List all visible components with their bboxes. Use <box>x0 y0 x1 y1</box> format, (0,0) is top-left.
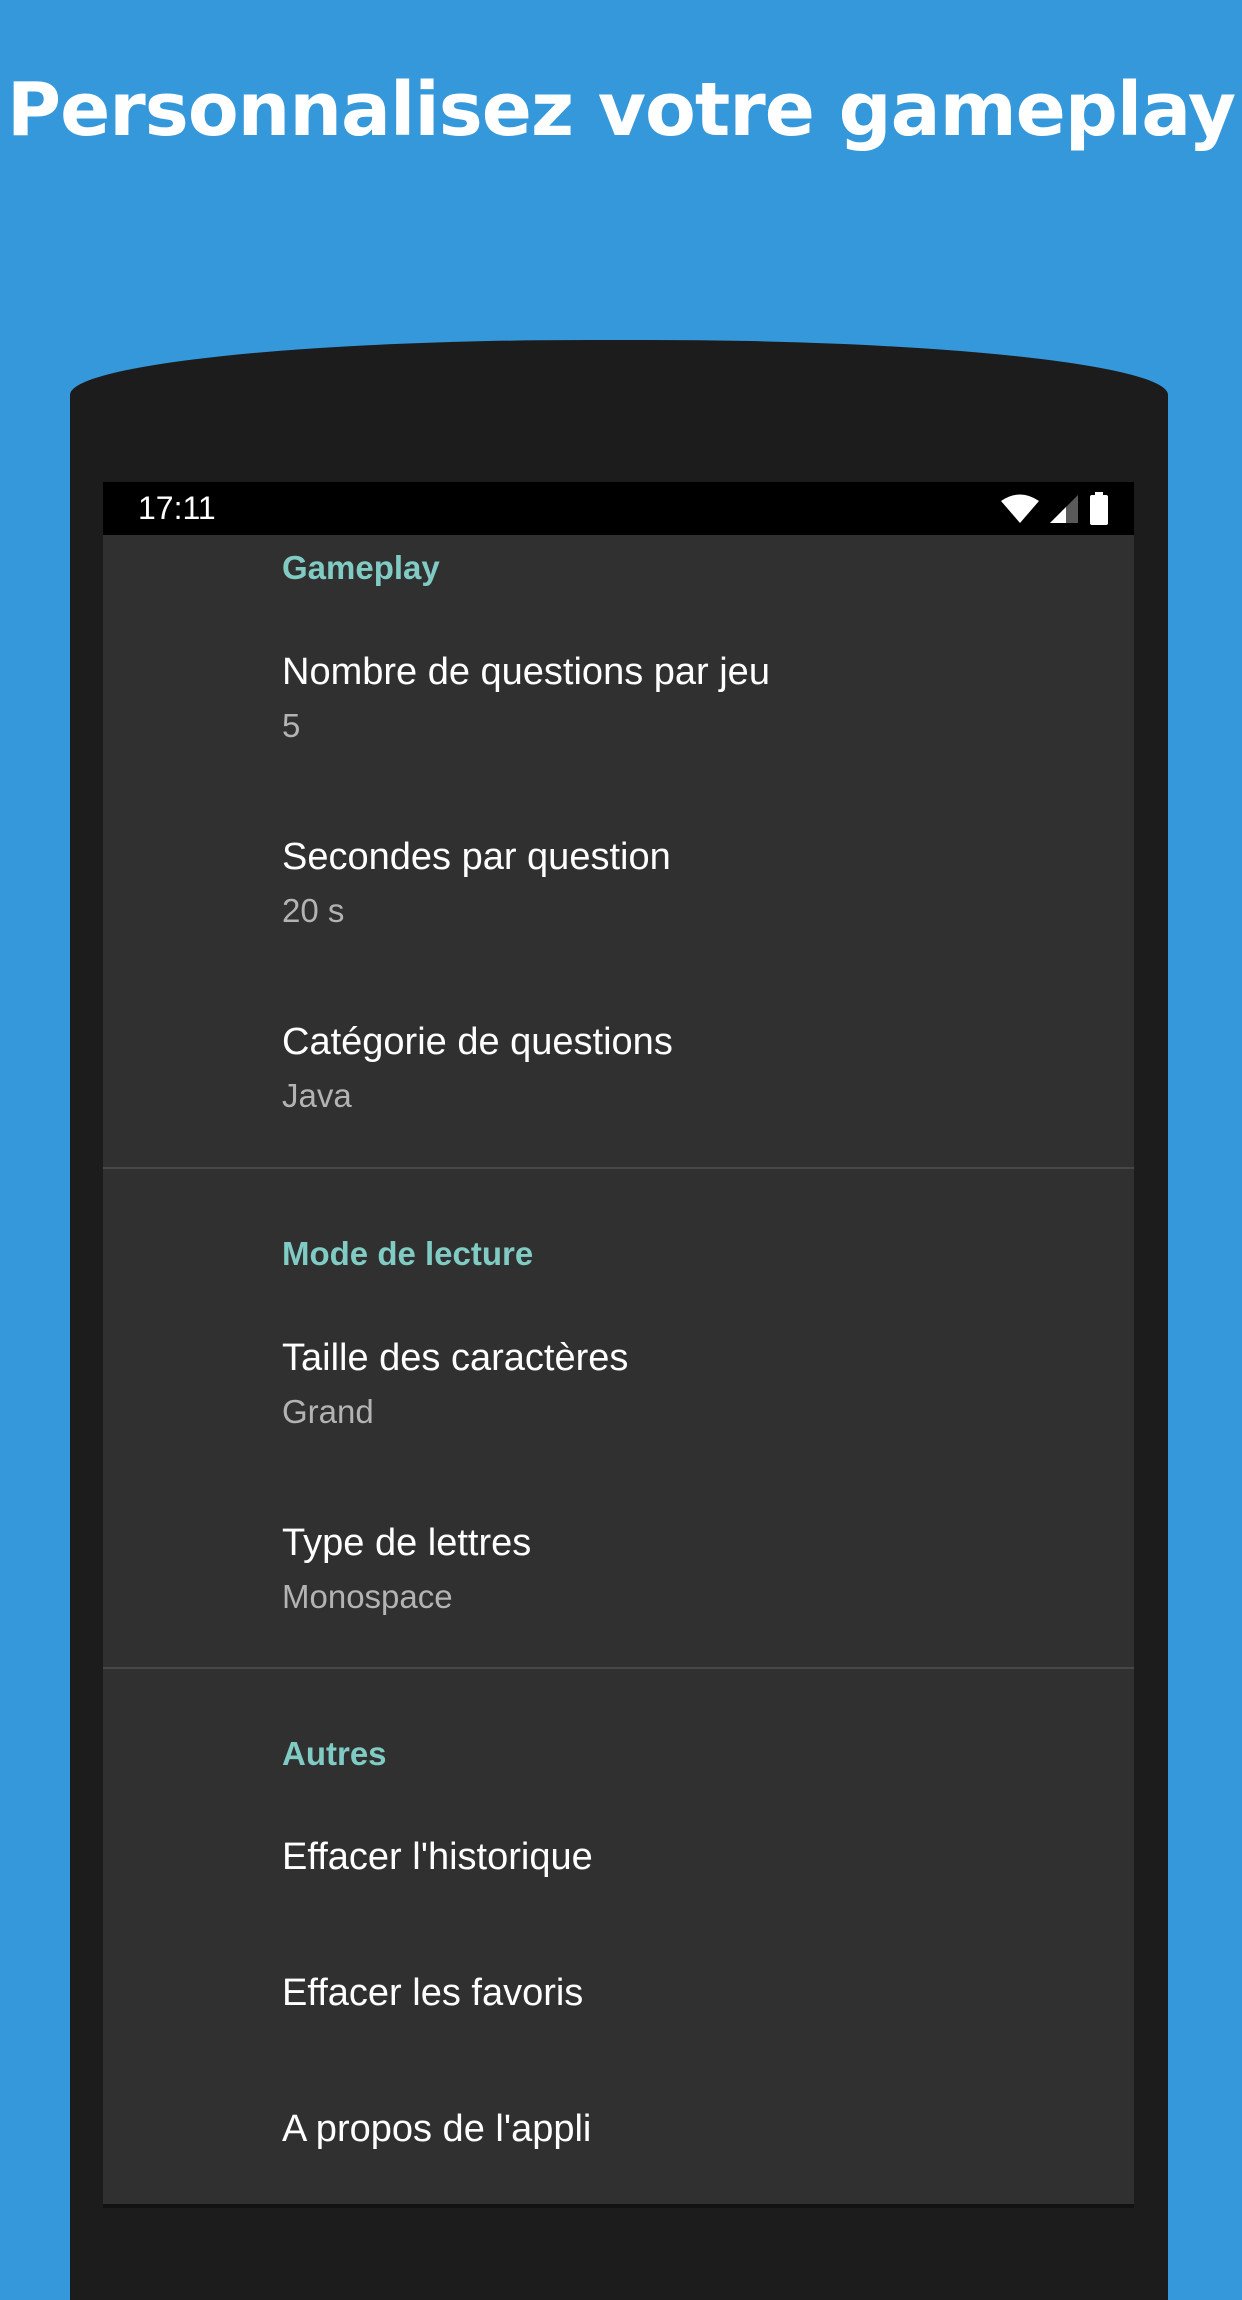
pref-summary: Monospace <box>282 1578 453 1615</box>
pref-question-category[interactable]: Catégorie de questions Java <box>103 977 1134 1157</box>
phone-screen: 17:11 Gameplay Nombre de questions par j… <box>103 482 1134 2208</box>
pref-seconds-per-question[interactable]: Secondes par question 20 s <box>103 791 1134 971</box>
pref-title: A propos de l'appli <box>282 2108 592 2150</box>
pref-clear-favorites[interactable]: Effacer les favoris <box>103 1927 1134 2057</box>
section-header-others: Autres <box>282 1735 387 1772</box>
cell-signal-icon <box>1048 494 1080 524</box>
promo-title: Personnalisez votre gameplay <box>6 67 1236 153</box>
status-bar: 17:11 <box>103 482 1134 535</box>
section-header-reading-mode: Mode de lecture <box>282 1235 534 1272</box>
pref-summary: 5 <box>282 707 301 744</box>
status-icons <box>1000 491 1110 527</box>
pref-font-type[interactable]: Type de lettres Monospace <box>103 1477 1134 1657</box>
pref-title: Catégorie de questions <box>282 1021 673 1063</box>
section-header-gameplay: Gameplay <box>282 549 440 586</box>
pref-summary: Java <box>282 1077 352 1114</box>
pref-title: Nombre de questions par jeu <box>282 651 770 693</box>
pref-title: Taille des caractères <box>282 1337 629 1379</box>
pref-about-app[interactable]: A propos de l'appli <box>103 2063 1134 2193</box>
pref-title: Type de lettres <box>282 1522 532 1564</box>
section-divider <box>103 1167 1134 1169</box>
pref-title: Secondes par question <box>282 836 671 878</box>
pref-clear-history[interactable]: Effacer l'historique <box>103 1791 1134 1921</box>
pref-title: Effacer l'historique <box>282 1836 593 1878</box>
status-time: 17:11 <box>138 490 216 526</box>
pref-title: Effacer les favoris <box>282 1972 584 2014</box>
pref-questions-per-game[interactable]: Nombre de questions par jeu 5 <box>103 605 1134 785</box>
pref-summary: Grand <box>282 1393 374 1430</box>
pref-font-size[interactable]: Taille des caractères Grand <box>103 1291 1134 1471</box>
pref-summary: 20 s <box>282 892 345 929</box>
screen-bottom-edge <box>103 2204 1134 2208</box>
wifi-icon <box>1000 494 1040 524</box>
battery-icon <box>1088 492 1110 526</box>
section-divider <box>103 1667 1134 1669</box>
